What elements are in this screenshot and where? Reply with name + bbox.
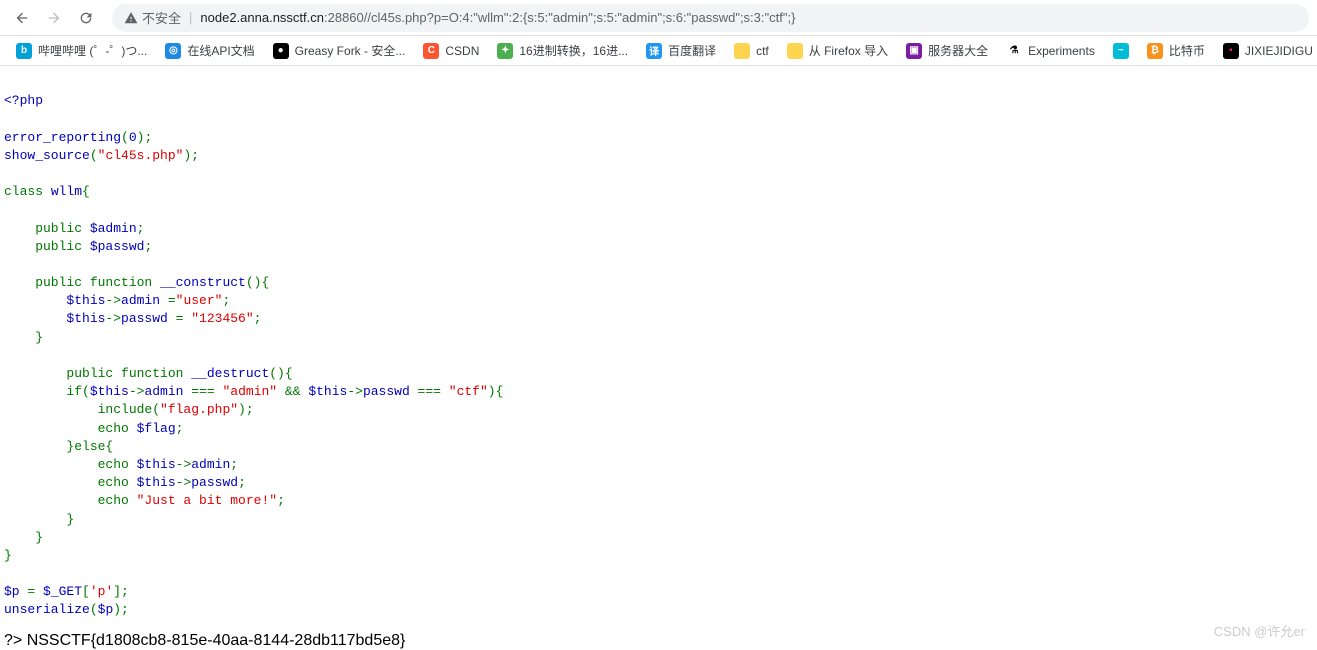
bookmark-icon: ₿ xyxy=(1147,43,1163,59)
bookmark-item[interactable]: ✦ 16进制转换，16进... xyxy=(489,38,636,63)
bookmark-item[interactable]: C CSDN xyxy=(415,39,487,63)
bookmark-icon: ▪ xyxy=(1223,43,1239,59)
bookmark-icon: ● xyxy=(273,43,289,59)
bookmark-item[interactable]: ▣ 服务器大全 xyxy=(898,38,996,63)
bookmarks-bar: b 哔哩哔哩 (゜-゜)つ... ◎ 在线API文档 ● Greasy Fork - 安全… xyxy=(0,36,1317,66)
bookmark-label: 16进制转换，16进... xyxy=(519,42,628,59)
warning-icon xyxy=(124,11,138,25)
forward-button[interactable] xyxy=(40,4,68,32)
bookmark-label: CSDN xyxy=(445,44,479,58)
bookmark-item[interactable]: 从 Firefox 导入 xyxy=(779,38,896,63)
bookmark-item[interactable]: ▪ JIXIEJIDIGU xyxy=(1215,39,1317,63)
bookmark-icon: C xyxy=(423,43,439,59)
bookmark-icon: ✦ xyxy=(497,43,513,59)
bookmark-icon: 译 xyxy=(646,43,662,59)
bookmark-item[interactable]: 译百度翻译 xyxy=(638,38,724,63)
insecure-indicator: 不安全 xyxy=(124,8,181,27)
bookmark-item[interactable]: ₿ 比特币 xyxy=(1139,38,1213,63)
bookmark-label: 百度翻译 xyxy=(668,42,716,59)
bookmark-item[interactable]: ◎ 在线API文档 xyxy=(157,38,262,63)
flag-output: ?> NSSCTF{d1808cb8-815e-40aa-8144-28db11… xyxy=(0,628,1317,650)
bookmark-item[interactable]: b 哔哩哔哩 (゜-゜)つ... xyxy=(8,38,155,63)
url-text: node2.anna.nssctf.cn:28860//cl45s.php?p=… xyxy=(200,10,1297,25)
page-content: <?php error_reporting(0); show_source("c… xyxy=(0,66,1317,628)
bookmark-icon: ⚗ xyxy=(1006,43,1022,59)
bookmark-item[interactable]: ctf xyxy=(726,39,777,63)
php-open-tag: <?php xyxy=(4,93,43,108)
bookmark-icon: b xyxy=(16,43,32,59)
bookmark-item[interactable]: ~ xyxy=(1105,39,1137,63)
bookmark-label: 哔哩哔哩 (゜-゜)つ... xyxy=(38,42,147,59)
reload-button[interactable] xyxy=(72,4,100,32)
bookmark-icon: ~ xyxy=(1113,43,1129,59)
bookmark-label: 从 Firefox 导入 xyxy=(809,42,888,59)
watermark: CSDN @许允er xyxy=(1214,621,1305,640)
bookmark-item[interactable]: ⚗ Experiments xyxy=(998,39,1103,63)
address-bar[interactable]: 不安全 | node2.anna.nssctf.cn:28860//cl45s.… xyxy=(112,4,1309,32)
bookmark-label: 服务器大全 xyxy=(928,42,988,59)
back-button[interactable] xyxy=(8,4,36,32)
bookmark-label: Greasy Fork - 安全... xyxy=(295,42,406,59)
bookmark-icon xyxy=(787,43,803,59)
bookmark-icon: ▣ xyxy=(906,43,922,59)
separator: | xyxy=(189,10,192,25)
flag-value: NSSCTF{d1808cb8-815e-40aa-8144-28db117bd… xyxy=(27,632,406,649)
bookmark-label: ctf xyxy=(756,44,769,58)
bookmark-label: JIXIEJIDIGU xyxy=(1245,44,1313,58)
bookmark-icon xyxy=(734,43,750,59)
bookmark-label: 比特币 xyxy=(1169,42,1205,59)
bookmark-item[interactable]: ● Greasy Fork - 安全... xyxy=(265,38,414,63)
bookmark-label: 在线API文档 xyxy=(187,42,254,59)
bookmark-label: Experiments xyxy=(1028,44,1095,58)
bookmark-icon: ◎ xyxy=(165,43,181,59)
insecure-label: 不安全 xyxy=(142,8,181,27)
browser-toolbar: 不安全 | node2.anna.nssctf.cn:28860//cl45s.… xyxy=(0,0,1317,36)
